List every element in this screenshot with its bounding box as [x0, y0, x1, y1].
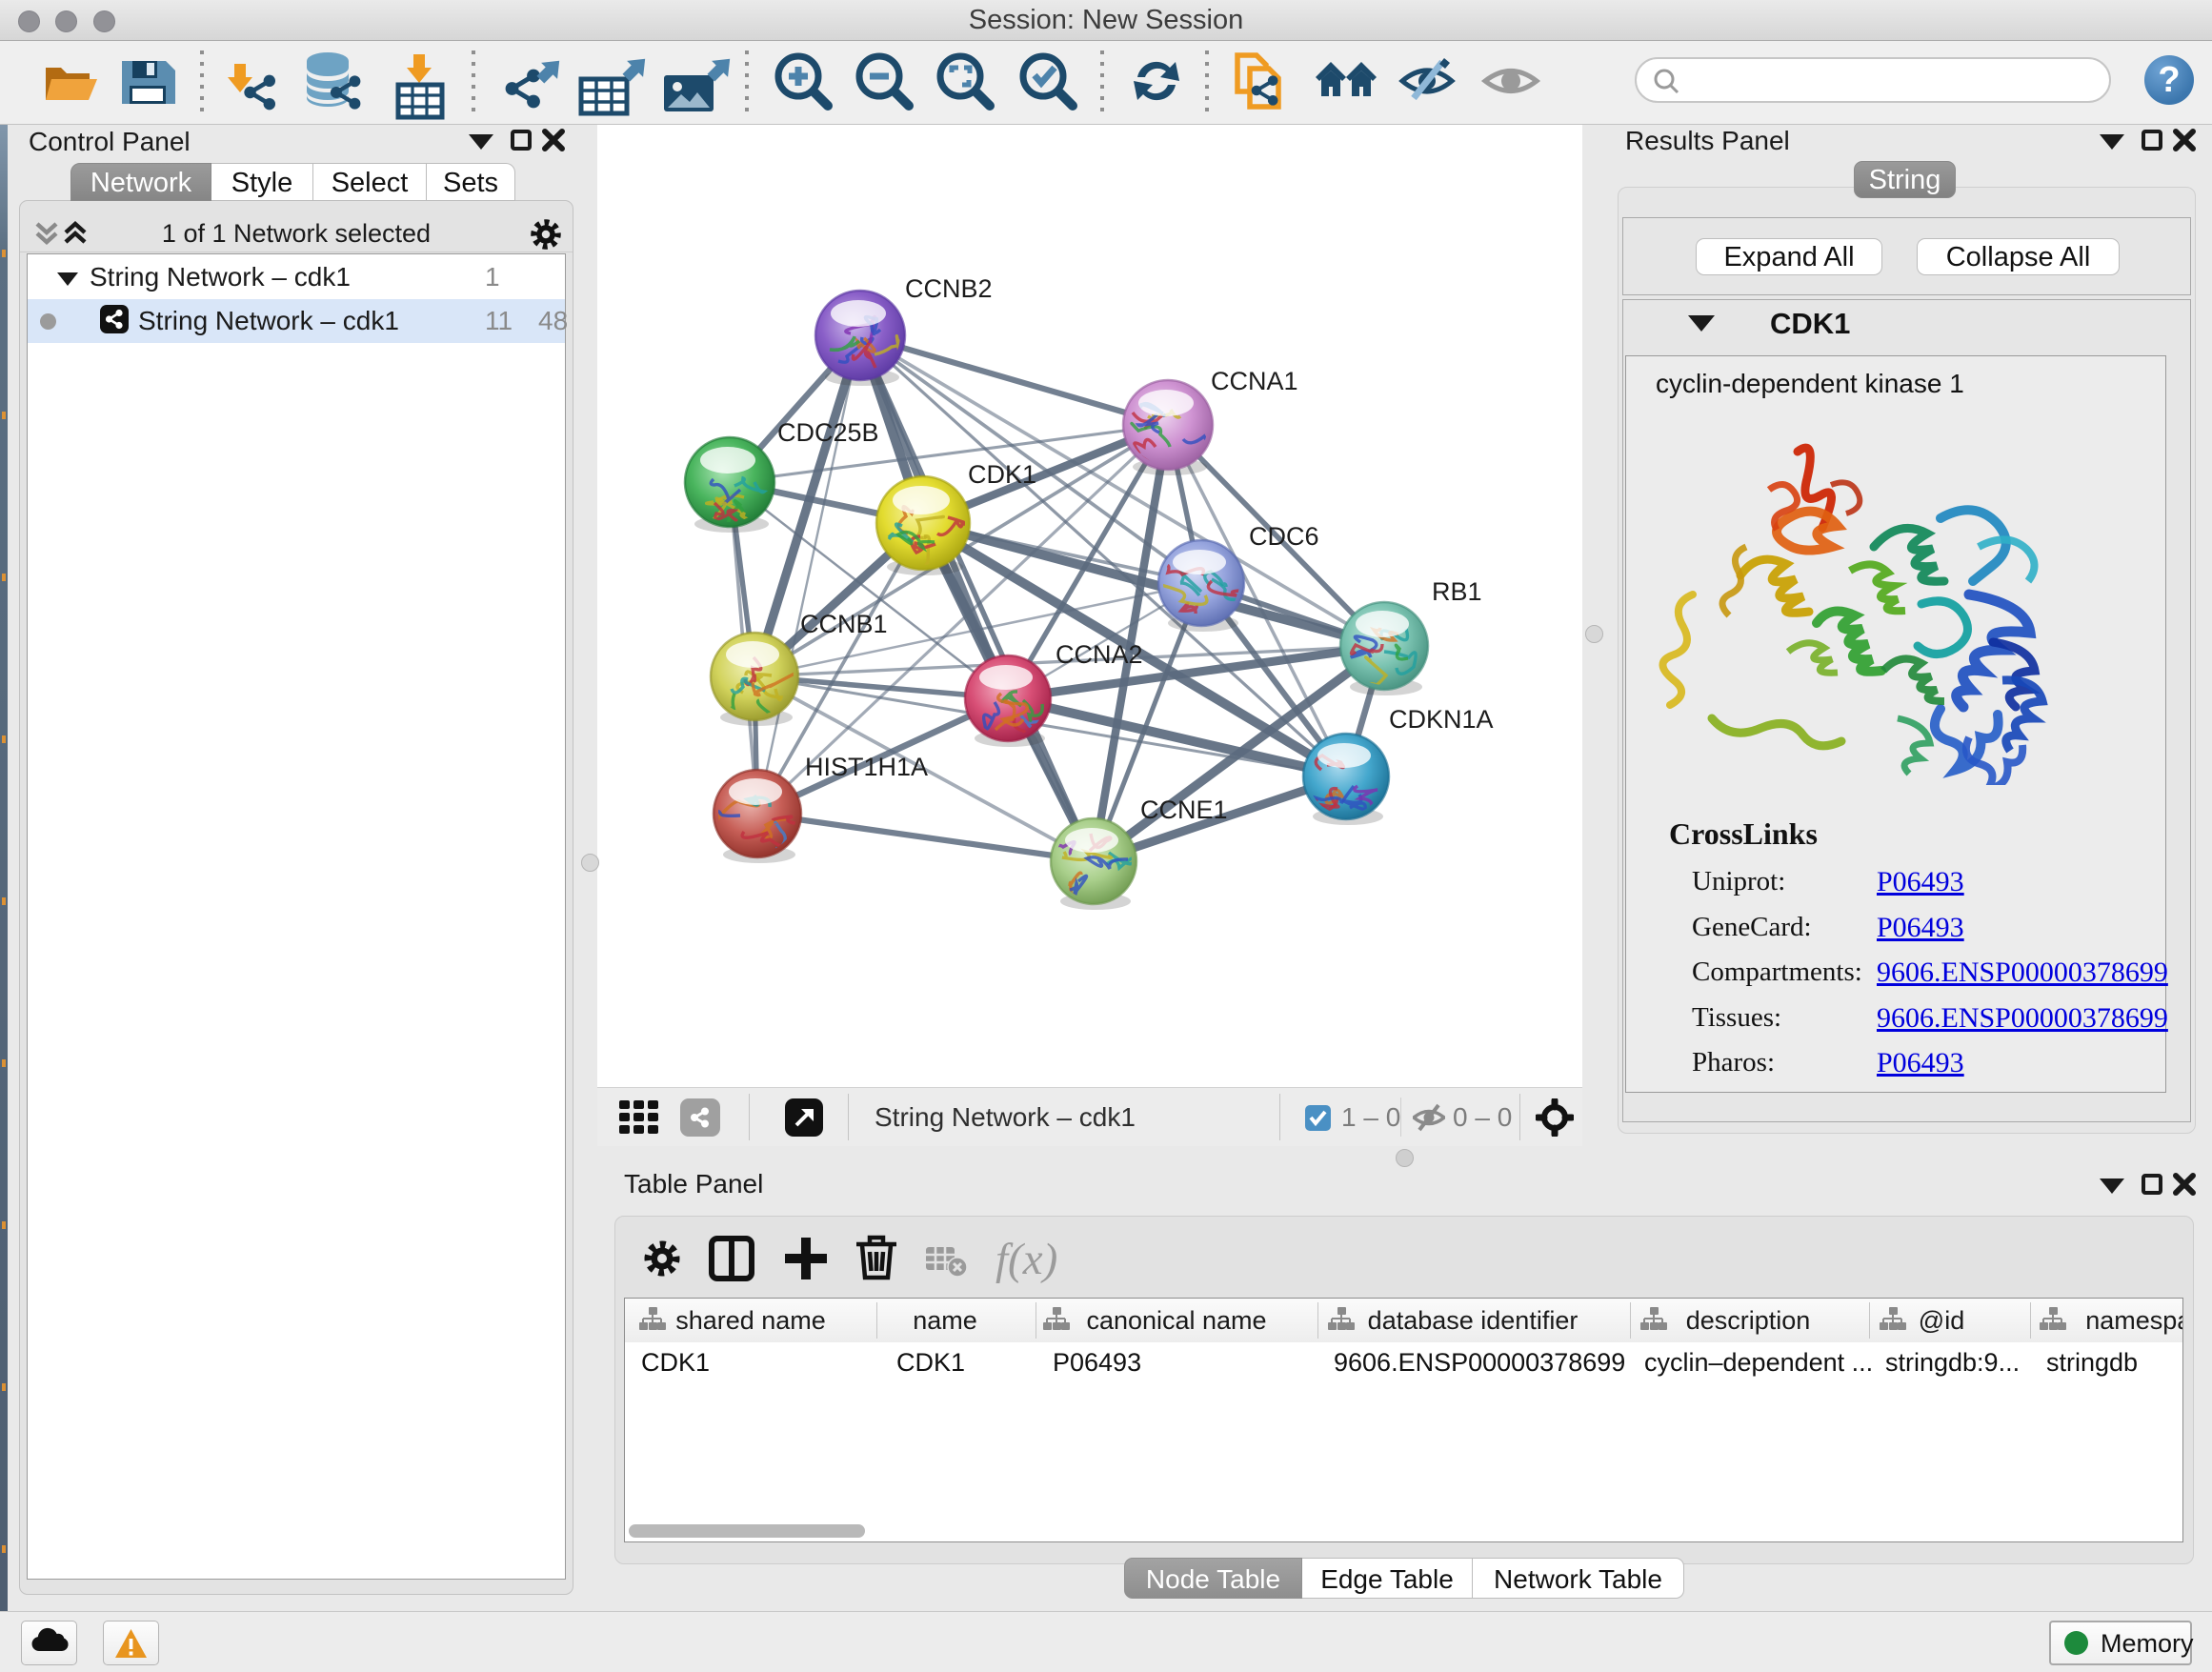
- svg-text:CDC25B: CDC25B: [777, 418, 879, 447]
- svg-text:CCNA1: CCNA1: [1211, 367, 1298, 395]
- svg-text:CDK1: CDK1: [968, 460, 1036, 489]
- svg-text:RB1: RB1: [1432, 577, 1482, 606]
- svg-text:CCNE1: CCNE1: [1140, 796, 1228, 824]
- svg-text:HIST1H1A: HIST1H1A: [805, 753, 928, 781]
- svg-text:CDC6: CDC6: [1249, 522, 1319, 551]
- svg-text:CDKN1A: CDKN1A: [1389, 705, 1494, 734]
- svg-text:CCNB1: CCNB1: [800, 610, 888, 638]
- svg-text:CCNB2: CCNB2: [905, 274, 993, 303]
- svg-text:CCNA2: CCNA2: [1056, 640, 1143, 669]
